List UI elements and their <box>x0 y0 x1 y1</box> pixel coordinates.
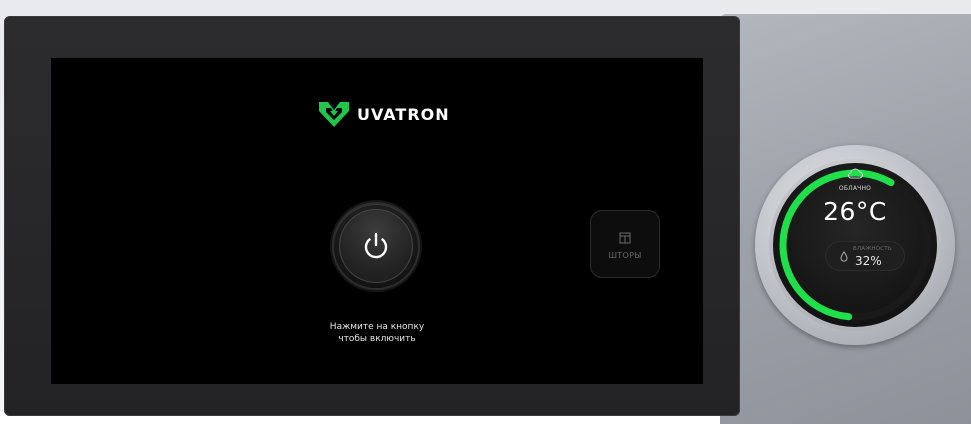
weather-condition: ОБЛАЧНО <box>838 185 872 192</box>
humidity-badge: ВЛАЖНОСТЬ 32% <box>825 241 905 271</box>
brand-logo: UVATRON <box>318 99 450 129</box>
device: UVATRON Нажмите на кнопку чтобы включить… <box>0 0 971 424</box>
power-hint: Нажмите на кнопку чтобы включить <box>277 321 477 345</box>
curtains-icon <box>619 232 631 244</box>
power-hint-line2: чтобы включить <box>338 334 416 344</box>
thermostat-knob[interactable]: ОБЛАЧНО 26°C ВЛАЖНОСТЬ 32% <box>755 145 955 345</box>
power-icon <box>364 232 388 259</box>
curtains-button[interactable]: ШТОРЫ <box>590 210 660 278</box>
humidity-label: ВЛАЖНОСТЬ <box>853 246 892 252</box>
uvatron-logo-icon <box>319 102 349 127</box>
humidity-value: 32% <box>855 254 882 268</box>
temperature-value: 26°C <box>823 197 887 226</box>
cloud-icon <box>847 168 863 179</box>
drop-icon <box>840 251 848 262</box>
curtains-label: ШТОРЫ <box>608 251 642 260</box>
power-button[interactable] <box>334 204 418 288</box>
power-button-face[interactable] <box>339 209 413 283</box>
touch-screen: UVATRON Нажмите на кнопку чтобы включить… <box>51 58 703 384</box>
brand-name: UVATRON <box>357 104 450 124</box>
power-hint-line1: Нажмите на кнопку <box>329 322 425 332</box>
